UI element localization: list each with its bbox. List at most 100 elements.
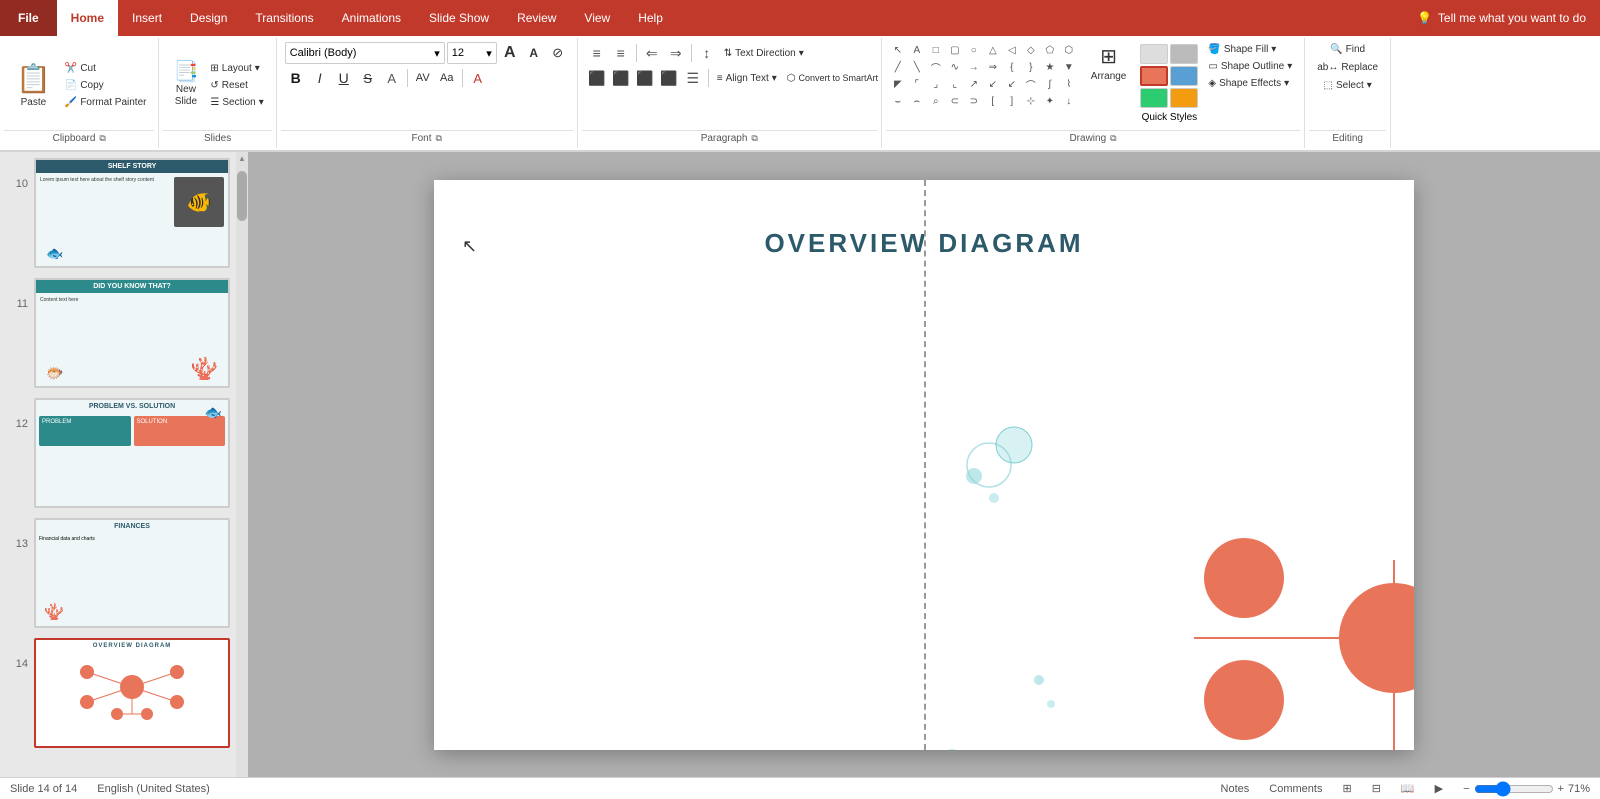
qs-item-4[interactable] <box>1170 66 1198 86</box>
shape-b5-icon[interactable]: ⊃ <box>966 93 982 109</box>
layout-button[interactable]: ⊞ Layout ▾ <box>206 61 267 76</box>
shadow-button[interactable]: A <box>381 67 403 89</box>
change-case-button[interactable]: Aa <box>436 67 458 89</box>
select-button[interactable]: ⬚ Select ▾ <box>1320 78 1376 93</box>
format-painter-button[interactable]: 🖌️ Format Painter <box>61 95 151 110</box>
scroll-up-arrow[interactable]: ▲ <box>238 152 246 163</box>
tab-home[interactable]: Home <box>57 0 118 36</box>
replace-button[interactable]: ab↔ Replace <box>1313 60 1382 75</box>
tab-file[interactable]: File <box>0 0 57 36</box>
shape-t7-icon[interactable]: ↙ <box>1004 76 1020 92</box>
shape-l2-icon[interactable]: ╲ <box>909 59 925 75</box>
shape-b4-icon[interactable]: ⊂ <box>947 93 963 109</box>
shape-textbox-icon[interactable]: A <box>909 42 925 58</box>
align-right-button[interactable]: ⬛ <box>634 67 656 89</box>
view-normal-icon[interactable]: ⊞ <box>1342 782 1351 795</box>
tab-design[interactable]: Design <box>176 0 241 36</box>
shape-arc-icon[interactable]: ⌒ <box>928 59 944 75</box>
strikethrough-button[interactable]: S <box>357 67 379 89</box>
underline-button[interactable]: U <box>333 67 355 89</box>
shape-star-icon[interactable]: ★ <box>1042 59 1058 75</box>
font-shrink-button[interactable]: A <box>523 42 545 64</box>
tab-view[interactable]: View <box>570 0 624 36</box>
qs-item-3[interactable] <box>1140 66 1168 86</box>
cut-button[interactable]: ✂️ Cut <box>61 61 151 76</box>
slide-item-13[interactable]: 13 FINANCES Financial data and charts 🪸 <box>8 516 232 630</box>
slide-item-14[interactable]: 14 OVERVIEW DIAGRAM <box>8 636 232 750</box>
shape-effects-button[interactable]: ◈ Shape Effects ▾ <box>1204 76 1296 91</box>
view-slide-sorter-icon[interactable]: ⊟ <box>1372 782 1381 795</box>
align-center-button[interactable]: ⬛ <box>610 67 632 89</box>
font-expand-icon[interactable]: ⧉ <box>436 133 442 144</box>
zoom-range-input[interactable] <box>1474 781 1554 797</box>
drawing-expand-icon[interactable]: ⧉ <box>1110 133 1116 144</box>
reset-button[interactable]: ↺ Reset <box>206 78 267 93</box>
panel-scrollbar[interactable]: ▲ <box>236 152 248 777</box>
qs-item-1[interactable] <box>1140 44 1168 64</box>
scroll-thumb[interactable] <box>237 171 247 221</box>
paste-button[interactable]: 📋 Paste <box>8 58 59 112</box>
shape-b6-icon[interactable]: [ <box>985 93 1001 109</box>
bullets-button[interactable]: ≡ <box>586 42 608 64</box>
font-grow-button[interactable]: A <box>499 42 521 64</box>
shape-rrect-icon[interactable]: ▢ <box>947 42 963 58</box>
shape-arrow-icon[interactable]: → <box>966 59 982 75</box>
font-name-selector[interactable]: Calibri (Body) ▾ <box>285 42 445 64</box>
copy-button[interactable]: 📄 Copy <box>61 78 151 93</box>
shape-b8-icon[interactable]: ⊹ <box>1023 93 1039 109</box>
slide-thumb-14[interactable]: OVERVIEW DIAGRAM <box>34 638 230 748</box>
tab-help[interactable]: Help <box>624 0 677 36</box>
shape-rect-icon[interactable]: □ <box>928 42 944 58</box>
shape-bracket2-icon[interactable]: } <box>1023 59 1039 75</box>
shape-t9-icon[interactable]: ∫ <box>1042 76 1058 92</box>
shape-t3-icon[interactable]: ⌟ <box>928 76 944 92</box>
shape-t8-icon[interactable]: ⌒ <box>1023 76 1039 92</box>
font-size-selector[interactable]: 12 ▾ <box>447 42 497 64</box>
shape-hex-icon[interactable]: ⬡ <box>1061 42 1077 58</box>
shape-wave-icon[interactable]: ∿ <box>947 59 963 75</box>
character-spacing-button[interactable]: AV <box>412 67 434 89</box>
shape-b9-icon[interactable]: ✦ <box>1042 93 1058 109</box>
bold-button[interactable]: B <box>285 67 307 89</box>
shape-more-icon[interactable]: ▼ <box>1061 59 1077 75</box>
arrange-button[interactable]: ⊞ Arrange <box>1083 42 1135 84</box>
shape-t2-icon[interactable]: ⌜ <box>909 76 925 92</box>
align-text-button[interactable]: ≡ Align Text ▾ <box>713 71 781 86</box>
shape-bracket1-icon[interactable]: { <box>1004 59 1020 75</box>
shape-rtriangle-icon[interactable]: ◁ <box>1004 42 1020 58</box>
shape-t6-icon[interactable]: ↙ <box>985 76 1001 92</box>
find-button[interactable]: 🔍 Find <box>1326 42 1369 57</box>
comments-button[interactable]: Comments <box>1269 783 1322 795</box>
shape-diamond-icon[interactable]: ◇ <box>1023 42 1039 58</box>
slide-thumb-13[interactable]: FINANCES Financial data and charts 🪸 <box>34 518 230 628</box>
tab-review[interactable]: Review <box>503 0 570 36</box>
numbering-button[interactable]: ≡ <box>610 42 632 64</box>
justify-button[interactable]: ⬛ <box>658 67 680 89</box>
shape-arrow2-icon[interactable]: ⇒ <box>985 59 1001 75</box>
italic-button[interactable]: I <box>309 67 331 89</box>
shape-l1-icon[interactable]: ╱ <box>890 59 906 75</box>
align-left-button[interactable]: ⬛ <box>586 67 608 89</box>
shape-t5-icon[interactable]: ↗ <box>966 76 982 92</box>
slide-thumb-12[interactable]: PROBLEM VS. SOLUTION PROBLEM SOLUTION 🐟 <box>34 398 230 508</box>
shape-t4-icon[interactable]: ⌞ <box>947 76 963 92</box>
font-clear-button[interactable]: ⊘ <box>547 42 569 64</box>
qs-item-6[interactable] <box>1170 88 1198 108</box>
shape-select-icon[interactable]: ↖ <box>890 42 906 58</box>
shape-b1-icon[interactable]: ⌣ <box>890 93 906 109</box>
slide-item-12[interactable]: 12 PROBLEM VS. SOLUTION PROBLEM SOLUTION… <box>8 396 232 510</box>
clipboard-expand-icon[interactable]: ⧉ <box>99 133 105 144</box>
slide-canvas[interactable]: ↖ OVERVIEW DIAGRAM <box>434 180 1414 750</box>
font-color-button[interactable]: A <box>467 67 489 89</box>
slide-thumb-11[interactable]: DID YOU KNOW THAT? Content text here 🪸 🐡 <box>34 278 230 388</box>
slide-item-11[interactable]: 11 DID YOU KNOW THAT? Content text here … <box>8 276 232 390</box>
shape-pent-icon[interactable]: ⬠ <box>1042 42 1058 58</box>
shape-outline-button[interactable]: ▭ Shape Outline ▾ <box>1204 59 1296 74</box>
zoom-plus-icon[interactable]: + <box>1558 783 1564 795</box>
text-direction-button[interactable]: ⇅ Text Direction ▾ <box>720 46 808 61</box>
tab-insert[interactable]: Insert <box>118 0 176 36</box>
line-spacing-button[interactable]: ↕ <box>696 42 718 64</box>
convert-smartart-button[interactable]: ⬡ Convert to SmartArt <box>783 71 873 86</box>
shape-b2-icon[interactable]: ⌢ <box>909 93 925 109</box>
shape-b10-icon[interactable]: ↓ <box>1061 93 1077 109</box>
